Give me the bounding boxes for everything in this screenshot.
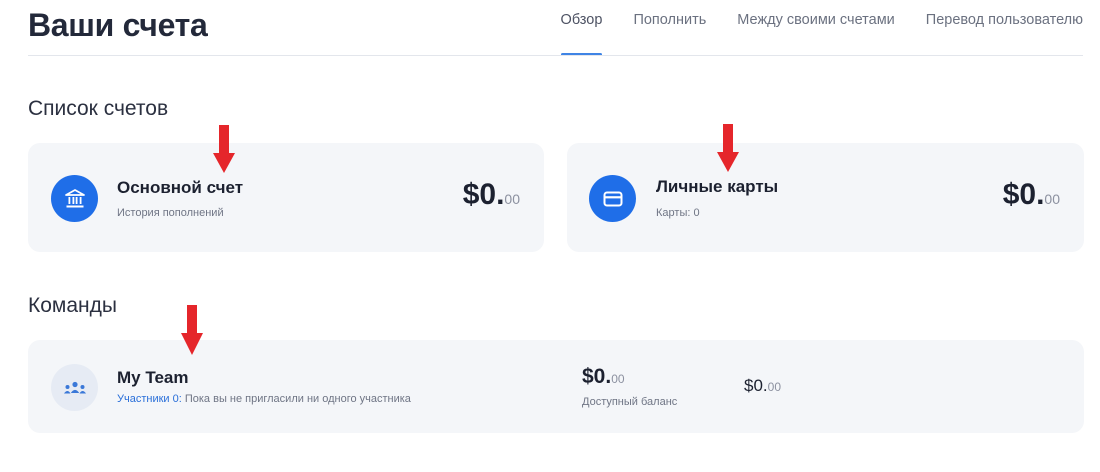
team-name: My Team — [117, 368, 189, 387]
page-title: Ваши счета — [28, 7, 208, 43]
accounts-section-title: Список счетов — [28, 97, 169, 120]
account-tabs: Обзор Пополнить Между своими счетами Пер… — [560, 12, 1083, 56]
balance-main: $0. — [744, 376, 768, 395]
balance-main: $0. — [582, 365, 612, 388]
red-arrow-icon — [717, 124, 739, 172]
tab-transfer-to-user[interactable]: Перевод пользователю — [926, 12, 1083, 56]
personal-cards-balance: $0.00 — [1003, 178, 1060, 212]
balance-cents: 00 — [611, 372, 625, 386]
header-divider — [28, 55, 1083, 56]
team-icon — [51, 364, 98, 411]
personal-cards-subtitle: Карты: 0 — [656, 207, 700, 219]
team-available-balance: $0.00 — [582, 365, 625, 389]
team-members-text: Участники 0: Пока вы не пригласили ни од… — [117, 393, 411, 405]
red-arrow-icon — [181, 305, 203, 355]
red-arrow-icon — [213, 125, 235, 173]
team-members-empty: Пока вы не пригласили ни одного участник… — [184, 393, 411, 405]
tab-top-up[interactable]: Пополнить — [633, 12, 706, 56]
personal-cards-title: Личные карты — [656, 177, 779, 196]
tab-overview[interactable]: Обзор — [560, 12, 602, 56]
balance-main: $0. — [1002, 178, 1045, 211]
balance-cents: 00 — [504, 191, 520, 207]
main-account-balance: $0.00 — [463, 178, 520, 212]
team-available-label: Доступный баланс — [582, 396, 678, 408]
teams-section-title: Команды — [28, 294, 117, 317]
team-secondary-balance: $0.00 — [744, 376, 781, 396]
balance-cents: 00 — [767, 380, 781, 394]
bank-icon — [51, 175, 98, 222]
tab-between-accounts[interactable]: Между своими счетами — [737, 12, 894, 56]
main-account-title: Основной счет — [117, 178, 244, 197]
team-members-link[interactable]: Участники 0: — [117, 393, 182, 405]
main-account-card[interactable]: Основной счет История пополнений $0.00 — [28, 143, 544, 252]
balance-cents: 00 — [1044, 191, 1060, 207]
balance-main: $0. — [462, 178, 505, 211]
credit-card-icon — [589, 175, 636, 222]
main-account-subtitle[interactable]: История пополнений — [117, 207, 224, 219]
personal-cards-card[interactable]: Личные карты Карты: 0 $0.00 — [567, 143, 1084, 252]
